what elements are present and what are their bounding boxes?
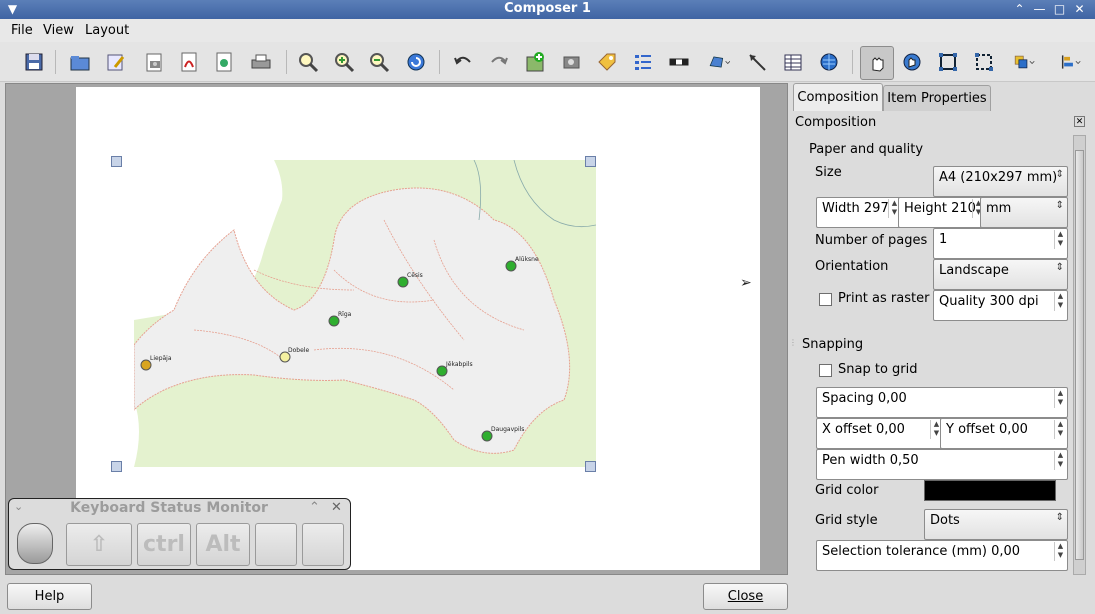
redo-icon[interactable] xyxy=(486,49,512,75)
city-label: Cēsis xyxy=(407,272,423,279)
add-label-icon[interactable] xyxy=(594,49,620,75)
ungroup-icon[interactable] xyxy=(971,49,997,75)
mouse-icon xyxy=(17,523,53,564)
monitor-close-icon[interactable]: ✕ xyxy=(331,500,342,515)
selection-handle[interactable] xyxy=(585,156,596,167)
window-titlebar: ▼ Composer 1 ⌃ — □ ✕ xyxy=(0,0,1095,19)
raise-items-icon[interactable] xyxy=(1007,49,1041,75)
add-shape-icon[interactable] xyxy=(702,49,736,75)
close-button[interactable]: Close xyxy=(703,583,788,610)
zoom-out-icon[interactable] xyxy=(366,49,392,75)
pages-label: Number of pages xyxy=(815,233,928,248)
move-content-icon[interactable] xyxy=(899,49,925,75)
export-svg-icon[interactable] xyxy=(211,49,237,75)
city-label: Jēkabpils xyxy=(445,361,473,368)
add-html-icon[interactable] xyxy=(816,49,842,75)
y-offset-spinbox[interactable]: Y offset 0,00 ▲ ▼ xyxy=(940,418,1068,449)
add-map-icon[interactable] xyxy=(522,49,548,75)
print-icon[interactable] xyxy=(248,49,274,75)
map-item[interactable]: Liepāja Dobele Rīga Cēsis Alūksne Jēkabp… xyxy=(134,160,596,467)
toolbar xyxy=(0,42,1095,82)
height-spinbox[interactable]: Height 210 ▲ ▼ xyxy=(898,197,986,228)
city-label: Rīga xyxy=(338,311,352,318)
keyboard-status-monitor: ⌄ Keyboard Status Monitor ⌃ ✕ ⇧ ctrl Alt xyxy=(8,498,351,570)
grid-color-label: Grid color xyxy=(815,483,879,498)
pages-spinbox[interactable]: 1 ▲ ▼ xyxy=(933,228,1068,259)
refresh-icon[interactable] xyxy=(403,49,429,75)
size-select[interactable]: A4 (210x297 mm) ⇕ xyxy=(933,166,1068,197)
dialog-footer: Help Close xyxy=(0,576,1095,614)
unit-select[interactable]: mm ⇕ xyxy=(980,197,1068,228)
key-indicator xyxy=(302,523,344,566)
snap-to-grid-checkbox[interactable] xyxy=(819,364,832,377)
scrollbar-thumb[interactable] xyxy=(1075,150,1084,560)
export-pdf-icon[interactable] xyxy=(176,49,202,75)
ctrl-key-indicator: ctrl xyxy=(137,523,191,566)
save-icon[interactable] xyxy=(21,49,47,75)
spacing-spinbox[interactable]: Spacing 0,00 ▲ ▼ xyxy=(816,387,1068,418)
close-panel-icon[interactable]: ✕ xyxy=(1074,116,1085,127)
menubar: File View Layout xyxy=(0,19,1095,42)
composition-panel: Composition Item Properties Composition … xyxy=(789,83,1095,575)
orientation-select[interactable]: Landscape ⇕ xyxy=(933,259,1068,290)
menu-file[interactable]: File xyxy=(11,23,33,38)
zoom-in-icon[interactable] xyxy=(331,49,357,75)
snap-to-grid-label: Snap to grid xyxy=(838,362,918,377)
add-arrow-icon[interactable] xyxy=(744,49,770,75)
panel-heading: Composition xyxy=(795,115,877,130)
city-label: Daugavpils xyxy=(491,426,524,433)
monitor-shade-icon[interactable]: ⌃ xyxy=(309,500,320,515)
save-template-icon[interactable] xyxy=(103,49,129,75)
window-title: Composer 1 xyxy=(504,1,591,16)
key-indicator xyxy=(255,523,297,566)
add-table-icon[interactable] xyxy=(780,49,806,75)
orientation-label: Orientation xyxy=(815,259,889,274)
shift-key-indicator: ⇧ xyxy=(66,523,132,566)
window-maximize-icon[interactable]: □ xyxy=(1051,1,1068,17)
width-spinbox[interactable]: Width 297 ▲ ▼ xyxy=(816,197,902,228)
city-label: Liepāja xyxy=(150,355,172,362)
group-icon[interactable] xyxy=(935,49,961,75)
tab-composition[interactable]: Composition xyxy=(793,83,883,111)
selection-handle[interactable] xyxy=(585,461,596,472)
alt-key-indicator: Alt xyxy=(196,523,250,566)
add-scalebar-icon[interactable] xyxy=(666,49,692,75)
select-move-icon[interactable] xyxy=(860,46,894,80)
mouse-cursor-icon: ➢ xyxy=(740,275,752,291)
selection-tolerance-spinbox[interactable]: Selection tolerance (mm) 0,00 ▲ ▼ xyxy=(816,540,1068,571)
help-button[interactable]: Help xyxy=(7,583,92,610)
city-label: Alūksne xyxy=(515,256,539,263)
tab-item-properties[interactable]: Item Properties xyxy=(883,85,991,111)
add-image-icon[interactable] xyxy=(558,49,584,75)
add-legend-icon[interactable] xyxy=(630,49,656,75)
monitor-title: Keyboard Status Monitor xyxy=(70,500,268,516)
snapping-group[interactable]: Snapping xyxy=(802,337,863,352)
window-close-icon[interactable]: ✕ xyxy=(1071,1,1088,17)
menu-layout[interactable]: Layout xyxy=(85,23,129,38)
quality-spinbox[interactable]: Quality 300 dpi ▲ ▼ xyxy=(933,290,1068,321)
grid-style-label: Grid style xyxy=(815,513,878,528)
grid-color-button[interactable] xyxy=(924,480,1056,501)
pen-width-spinbox[interactable]: Pen width 0,50 ▲ ▼ xyxy=(816,449,1068,480)
x-offset-spinbox[interactable]: X offset 0,00 ▲ ▼ xyxy=(816,418,944,449)
splitter-handle[interactable]: ⋮ xyxy=(789,338,797,347)
print-as-raster-label: Print as raster xyxy=(838,291,930,306)
paper-quality-group[interactable]: Paper and quality xyxy=(809,142,923,157)
selection-handle[interactable] xyxy=(111,156,122,167)
undo-icon[interactable] xyxy=(450,49,476,75)
window-minimize-icon[interactable]: — xyxy=(1031,1,1048,17)
open-template-icon[interactable] xyxy=(67,49,93,75)
zoom-full-icon[interactable] xyxy=(295,49,321,75)
align-icon[interactable] xyxy=(1053,49,1087,75)
window-shade-icon[interactable]: ⌃ xyxy=(1011,1,1028,17)
panel-scrollbar[interactable] xyxy=(1073,135,1086,575)
export-image-icon[interactable] xyxy=(141,49,167,75)
selection-handle[interactable] xyxy=(111,461,122,472)
size-label: Size xyxy=(815,165,842,180)
menu-view[interactable]: View xyxy=(43,23,74,38)
city-label: Dobele xyxy=(288,347,309,354)
grid-style-select[interactable]: Dots ⇕ xyxy=(924,509,1068,540)
print-as-raster-checkbox[interactable] xyxy=(819,293,832,306)
